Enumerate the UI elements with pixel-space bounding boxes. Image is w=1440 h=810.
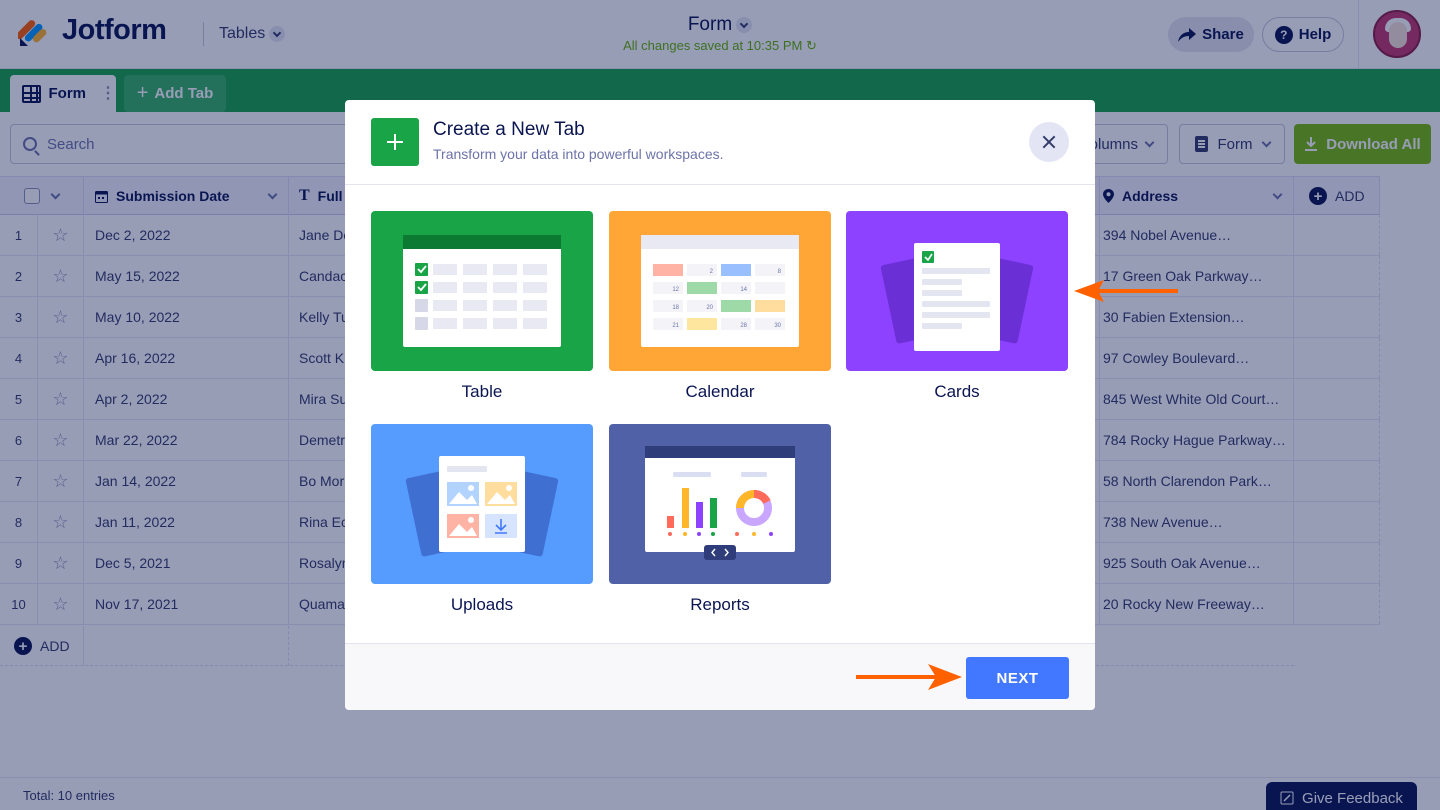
annotation-arrow-icon (1074, 280, 1178, 302)
calendar-day-number: 20 (706, 305, 713, 311)
plus-icon (371, 118, 419, 166)
reports-card[interactable] (609, 424, 831, 584)
cards-card-label[interactable]: Cards (846, 382, 1068, 402)
calendar-day-number: 14 (740, 287, 747, 293)
modal-title: Create a New Tab (433, 119, 585, 140)
table-card[interactable] (371, 211, 593, 371)
jotform-tables-app: Jotform Tables Form All changes saved at… (0, 0, 1440, 810)
table-card-label[interactable]: Table (371, 382, 593, 402)
calendar-illustration-icon: 2 8 12 14 18 20 21 28 30 (641, 235, 799, 347)
calendar-day-number: 12 (672, 287, 679, 293)
modal-footer: NEXT (345, 643, 1095, 710)
modal-subtitle: Transform your data into powerful worksp… (433, 146, 724, 162)
reports-card-label[interactable]: Reports (609, 595, 831, 615)
uploads-illustration-icon (405, 456, 559, 557)
uploads-card-label[interactable]: Uploads (371, 595, 593, 615)
modal-header: Create a New Tab Transform your data int… (345, 100, 1095, 185)
calendar-day-number: 18 (672, 305, 679, 311)
calendar-day-number: 30 (774, 323, 781, 329)
cards-card[interactable] (846, 211, 1068, 371)
calendar-card[interactable]: 2 8 12 14 18 20 21 28 30 (609, 211, 831, 371)
calendar-day-number: 21 (672, 323, 679, 329)
calendar-day-number: 28 (740, 323, 747, 329)
table-illustration-icon (403, 235, 561, 347)
annotation-arrow-icon (856, 664, 962, 690)
reports-illustration-icon (645, 446, 795, 560)
calendar-card-label[interactable]: Calendar (609, 382, 831, 402)
close-icon[interactable] (1029, 122, 1069, 162)
modal-body: Table 2 8 12 14 18 20 21 28 30 Calendar … (345, 185, 1095, 643)
next-button[interactable]: NEXT (966, 657, 1069, 699)
create-tab-modal: Create a New Tab Transform your data int… (345, 100, 1095, 710)
cards-illustration-icon (880, 243, 1034, 351)
uploads-card[interactable] (371, 424, 593, 584)
